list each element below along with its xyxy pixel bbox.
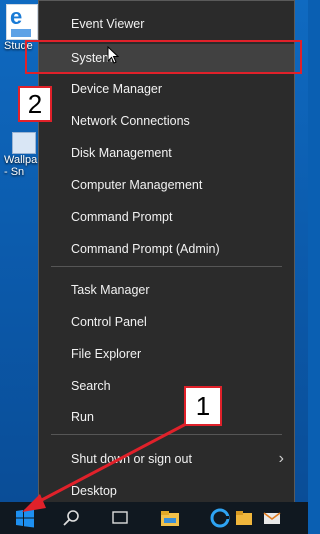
annotation-arrow bbox=[22, 422, 187, 512]
